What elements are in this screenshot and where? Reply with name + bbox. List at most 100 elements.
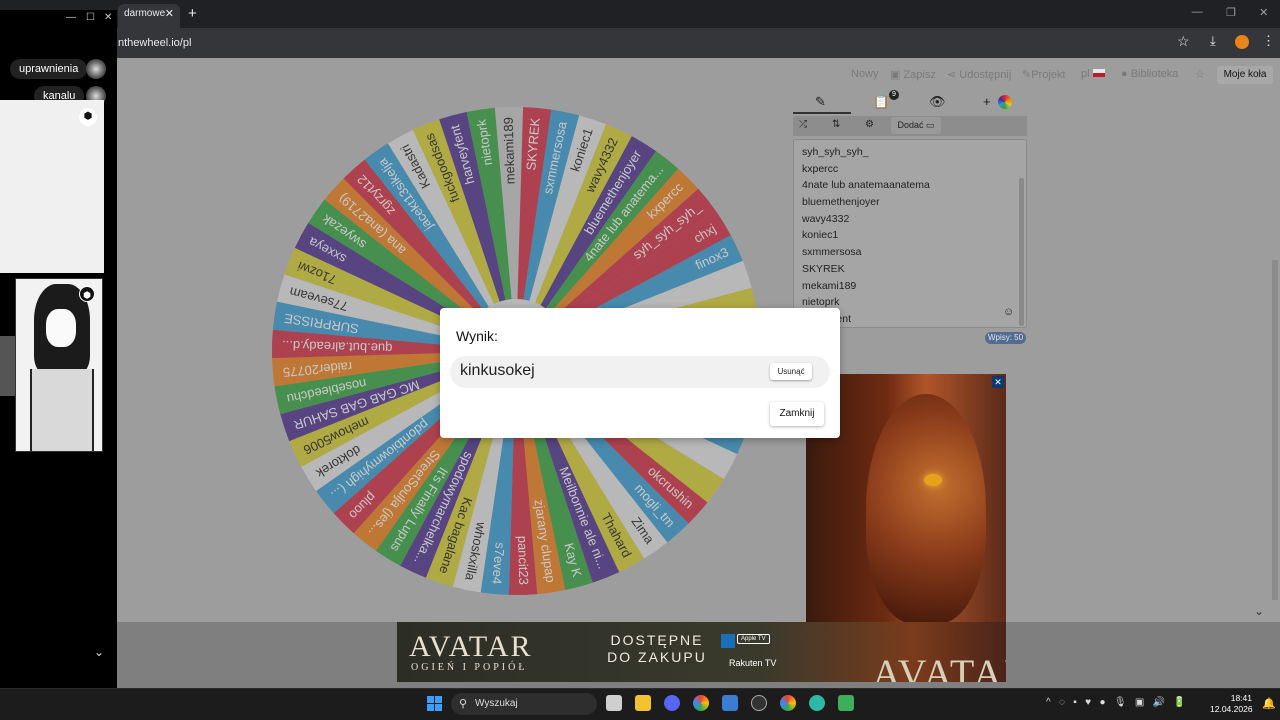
entry-line[interactable]: bluemethenjoyer <box>802 194 1018 211</box>
notepad-icon[interactable] <box>838 695 854 711</box>
emoji-icon[interactable]: ☺ <box>1003 306 1014 318</box>
share-label: Udostępnij <box>959 69 1012 81</box>
manga-image <box>15 278 103 452</box>
add-label: Dodać <box>897 120 924 130</box>
rakuten-logo: Rakuten TV <box>729 658 777 668</box>
page-scroll-down-icon[interactable]: ⌄ <box>1254 604 1264 618</box>
chat-bubble: uprawnienia <box>10 59 88 79</box>
entry-line[interactable]: SKYREK <box>802 261 1018 278</box>
active-tab-indicator <box>793 112 851 114</box>
ad-face <box>866 394 986 622</box>
ad-title: AVATAR <box>409 630 533 663</box>
clock-time: 18:41 <box>1230 693 1252 703</box>
window-controls[interactable]: — ❐ ✕ <box>1180 6 1280 19</box>
download-icon[interactable]: ⤓ <box>1210 33 1216 49</box>
color-wheel-icon[interactable] <box>998 95 1012 109</box>
entry-line[interactable]: syh_syh_syh_ <box>802 144 1018 161</box>
manga-body <box>30 369 94 451</box>
result-dialog: Wynik: kinkusokej Usunąć Zamknij <box>440 308 840 438</box>
entry-line[interactable]: wavy4332 <box>802 211 1018 228</box>
search-label: Wyszukaj <box>475 698 518 709</box>
apple-tv-badge: Apple TV <box>737 634 770 644</box>
save-button[interactable]: ▣ Zapisz <box>890 68 936 81</box>
shuffle-icon[interactable]: ⤮ <box>799 119 807 130</box>
bookmark-star-icon[interactable]: ☆ <box>1177 33 1190 50</box>
save-icon: ▣ <box>890 69 904 81</box>
manga-face <box>46 309 76 347</box>
hide-tab-icon[interactable]: 👁 <box>929 94 946 110</box>
entries-scrollbar[interactable] <box>1019 178 1024 326</box>
image-icon: ▭ <box>926 120 935 130</box>
library-button[interactable]: ● Biblioteka <box>1121 68 1178 80</box>
browser-tab[interactable]: darmowe ✕ <box>118 4 180 28</box>
save-label: Zapisz <box>903 69 936 81</box>
file-explorer-icon[interactable] <box>635 695 651 711</box>
system-tray[interactable]: ^ ◌ ▪ ♥ ● 🎙 ▣ 🔊 🔋 <box>1046 697 1186 708</box>
entry-line[interactable]: kxpercc <box>802 161 1018 178</box>
avatar <box>86 59 106 79</box>
app-icon[interactable] <box>751 695 767 711</box>
entry-line[interactable]: koniec1 <box>802 227 1018 244</box>
overlay-minimize-icon[interactable]: — <box>66 12 76 23</box>
projects-label: Projekt <box>1031 69 1066 81</box>
sort-icon[interactable]: ⇅ <box>832 119 840 130</box>
result-row: kinkusokej Usunąć <box>450 356 830 388</box>
page-scrollbar[interactable] <box>1272 260 1278 600</box>
my-wheels-button[interactable]: Moje koła <box>1217 66 1273 84</box>
minimize-icon[interactable]: — <box>1192 6 1203 19</box>
entries-textarea[interactable]: syh_syh_syh_ kxpercc 4nate lub anatemaanat… <box>793 139 1027 328</box>
flag-icon <box>1092 69 1105 77</box>
ad-close-icon[interactable]: ✕ <box>992 376 1004 388</box>
chevron-down-icon[interactable]: ⌄ <box>94 645 104 659</box>
clock-date: 12.04.2026 <box>1210 704 1253 714</box>
entry-line[interactable]: sxmmersosa <box>802 244 1018 261</box>
projects-button[interactable]: ✎Projekt <box>1022 68 1065 81</box>
shield-icon: ⬢ <box>79 108 97 126</box>
windows-start-icon[interactable] <box>427 696 442 711</box>
fullscreen-icon[interactable]: ☆ <box>1195 68 1205 81</box>
panel-tabs: ✎ 📋 9 👁 + <box>793 90 1027 114</box>
settings-icon[interactable]: ⚙ <box>865 119 874 130</box>
discord-icon[interactable] <box>664 695 680 711</box>
new-tab-icon[interactable]: + <box>188 5 197 22</box>
search-icon: ⚲ <box>459 698 468 710</box>
close-window-icon[interactable]: ✕ <box>1259 6 1268 19</box>
share-button[interactable]: ⋖ Udostępnij <box>947 68 1011 81</box>
entry-line[interactable]: 4nate lub anatemaanatema <box>802 177 1018 194</box>
new-button[interactable]: Nowy <box>851 68 879 80</box>
overlay-maximize-icon[interactable]: ☐ <box>86 12 95 23</box>
pencil-icon: ✎ <box>1022 69 1032 81</box>
browser-menu-icon[interactable]: ⋮ <box>1262 33 1275 49</box>
remove-button[interactable]: Usunąć <box>770 363 812 380</box>
address-bar[interactable] <box>0 28 1280 58</box>
edge-icon[interactable] <box>809 695 825 711</box>
language-button[interactable]: pl <box>1081 68 1105 80</box>
edit-tab-icon[interactable]: ✎ <box>815 94 826 110</box>
chrome-icon[interactable] <box>693 695 709 711</box>
profile-avatar[interactable] <box>1235 35 1249 49</box>
shield-icon: ⬢ <box>79 286 95 302</box>
share-icon: ⋖ <box>947 69 960 81</box>
add-image-button[interactable]: Dodać ▭ <box>891 117 941 134</box>
overlay-close-icon[interactable]: ✕ <box>104 12 112 23</box>
notification-icon[interactable]: 🔔 <box>1262 697 1276 710</box>
taskbar-search-input[interactable]: ⚲ Wyszukaj <box>451 693 597 715</box>
task-view-icon[interactable] <box>606 695 622 711</box>
close-button[interactable]: Zamknij <box>770 402 824 426</box>
ad-available-text: DOSTĘPNE DO ZAKUPU <box>607 632 707 665</box>
language-label: pl <box>1081 68 1090 80</box>
tab-close-icon[interactable]: ✕ <box>165 4 174 24</box>
app-icon[interactable] <box>722 695 738 711</box>
restore-icon[interactable]: ❐ <box>1226 6 1236 19</box>
entry-line[interactable]: mekami189 <box>802 278 1018 295</box>
add-wheel-icon[interactable]: + <box>983 94 991 109</box>
banner-ad[interactable]: AVATAR OGIEŃ I POPIÓŁ DOSTĘPNE DO ZAKUPU… <box>397 622 1006 682</box>
prime-video-icon <box>721 634 735 648</box>
dialog-title: Wynik: <box>456 328 498 344</box>
results-tab-icon[interactable]: 📋 <box>873 94 889 110</box>
url-text[interactable]: nthewheel.io/pl <box>118 37 191 49</box>
results-badge: 9 <box>889 90 899 100</box>
taskbar-clock[interactable]: 18:41 12.04.2026 <box>1210 693 1253 715</box>
chrome-profile-icon[interactable] <box>780 695 796 711</box>
ad-big-title: AVATAR <box>872 651 1006 682</box>
